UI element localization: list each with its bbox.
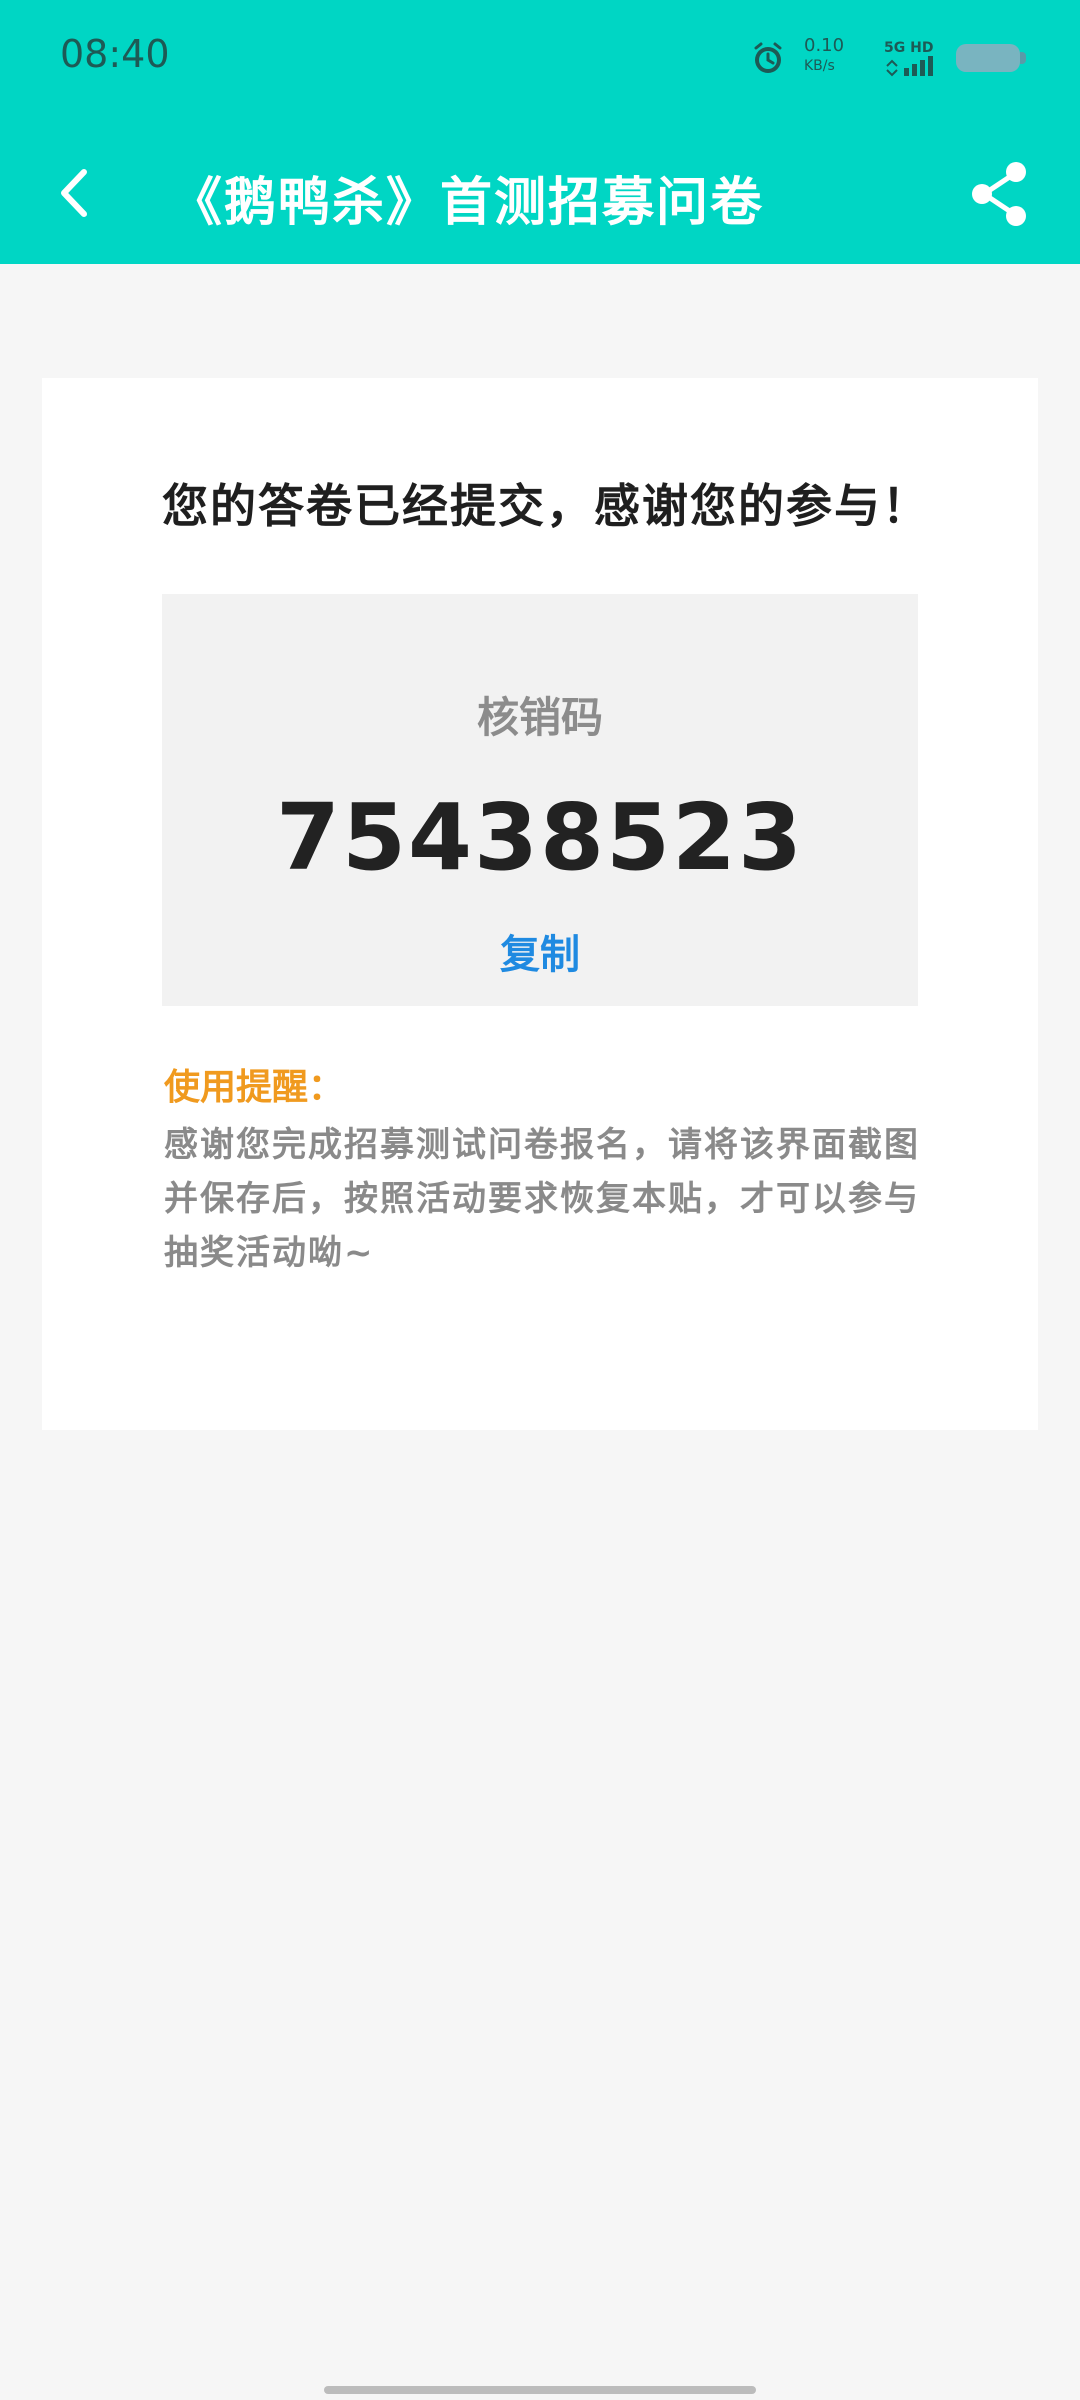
alarm-icon xyxy=(754,42,782,73)
result-card: 您的答卷已经提交，感谢您的参与！ 核销码 75438523 复制 使用提醒： 感… xyxy=(42,378,1038,1430)
network-speed-unit: KB/s xyxy=(804,58,835,74)
battery-icon xyxy=(956,44,1026,72)
chevron-left-icon xyxy=(61,169,87,217)
signal-icon: 5G HD xyxy=(884,40,933,77)
status-time: 08:40 xyxy=(60,32,170,76)
network-type: 5G HD xyxy=(884,40,933,56)
network-speed-value: 0.10 xyxy=(804,35,845,56)
reminder-body: 感谢您完成招募测试问卷报名，请将该界面截图并保存后，按照活动要求恢复本贴，才可以… xyxy=(164,1125,920,1273)
screen: 08:40 0.10 KB/s 5G HD 《鹅鸭杀》首测招募问卷 您的答卷已经… xyxy=(0,0,1080,2400)
status-icons: 0.10 KB/s 5G HD xyxy=(750,36,1026,80)
network-speed: 0.10 KB/s xyxy=(804,36,866,80)
verification-code-box: 核销码 75438523 复制 xyxy=(162,594,918,1006)
reminder-title: 使用提醒： xyxy=(164,1067,345,1108)
top-app-bar: 08:40 0.10 KB/s 5G HD 《鹅鸭杀》首测招募问卷 xyxy=(0,0,1080,264)
status-bar: 08:40 0.10 KB/s 5G HD xyxy=(0,0,1080,120)
submit-success-heading: 您的答卷已经提交，感谢您的参与！ xyxy=(162,479,930,533)
verification-code-value: 75438523 xyxy=(275,784,805,891)
home-indicator[interactable] xyxy=(324,2386,756,2394)
page-title: 《鹅鸭杀》首测招募问卷 xyxy=(170,173,765,233)
nav-bar: 《鹅鸭杀》首测招募问卷 xyxy=(0,120,1080,264)
verification-code-label: 核销码 xyxy=(476,693,603,742)
copy-button[interactable]: 复制 xyxy=(162,922,918,980)
share-button[interactable] xyxy=(964,158,1036,230)
back-button[interactable] xyxy=(40,158,110,228)
share-icon xyxy=(972,162,1026,226)
